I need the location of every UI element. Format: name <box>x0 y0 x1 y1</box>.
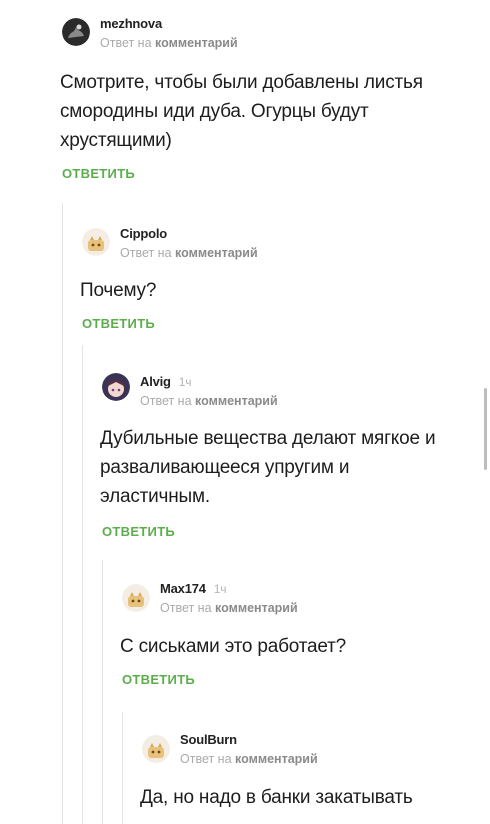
reply-target-link[interactable]: комментарий <box>215 601 298 615</box>
reply-prefix: Ответ на <box>140 394 192 408</box>
reply-meta: Ответ на комментарий <box>180 752 318 766</box>
thread-line-level-2 <box>82 345 83 824</box>
comment-author[interactable]: Alvig 1ч <box>140 374 192 389</box>
comment-time: 1ч <box>213 582 227 596</box>
reply-button[interactable]: ОТВЕТИТЬ <box>102 524 175 539</box>
comment-text: Смотрите, чтобы были добавлены листья см… <box>60 72 423 151</box>
reply-meta: Ответ на комментарий <box>120 246 258 260</box>
user-avatar-icon[interactable] <box>102 373 130 401</box>
reply-meta: Ответ на комментарий <box>160 601 298 615</box>
user-avatar-icon[interactable] <box>82 228 110 256</box>
reply-target-link[interactable]: комментарий <box>175 246 258 260</box>
reply-prefix: Ответ на <box>100 36 152 50</box>
comment-author[interactable]: SoulBurn <box>180 732 237 747</box>
user-avatar-icon[interactable] <box>122 584 150 612</box>
reply-target-link[interactable]: комментарий <box>235 752 318 766</box>
user-avatar-icon[interactable] <box>62 18 90 46</box>
scrollbar[interactable] <box>484 388 487 470</box>
comment-author[interactable]: Cippolo <box>120 226 167 241</box>
reply-meta: Ответ на комментарий <box>140 394 278 408</box>
author-name[interactable]: Cippolo <box>120 226 167 241</box>
reply-meta: Ответ на комментарий <box>100 36 238 50</box>
comment-author[interactable]: mezhnova <box>100 16 162 31</box>
reply-button[interactable]: ОТВЕТИТЬ <box>122 672 195 687</box>
reply-target-link[interactable]: комментарий <box>155 36 238 50</box>
comment-author[interactable]: Max174 1ч <box>160 581 227 596</box>
comment-text: Почему? <box>80 280 157 301</box>
comment-time: 1ч <box>178 375 192 389</box>
thread-line-level-3 <box>102 560 103 824</box>
reply-prefix: Ответ на <box>160 601 212 615</box>
author-name[interactable]: SoulBurn <box>180 732 237 747</box>
thread-line-level-4 <box>122 712 123 824</box>
comment-text: С сиськами это работает? <box>120 636 347 657</box>
reply-button[interactable]: ОТВЕТИТЬ <box>82 316 155 331</box>
comment-text: Дубильные вещества делают мягкое и разва… <box>100 428 436 507</box>
reply-target-link[interactable]: комментарий <box>195 394 278 408</box>
reply-prefix: Ответ на <box>120 246 172 260</box>
comment-text: Да, но надо в банки закатывать <box>140 787 413 808</box>
user-avatar-icon[interactable] <box>142 735 170 763</box>
author-name[interactable]: mezhnova <box>100 16 162 31</box>
thread-line-level-1 <box>62 203 63 824</box>
author-name[interactable]: Alvig <box>140 374 171 389</box>
author-name[interactable]: Max174 <box>160 581 206 596</box>
reply-prefix: Ответ на <box>180 752 232 766</box>
reply-button[interactable]: ОТВЕТИТЬ <box>62 166 135 181</box>
